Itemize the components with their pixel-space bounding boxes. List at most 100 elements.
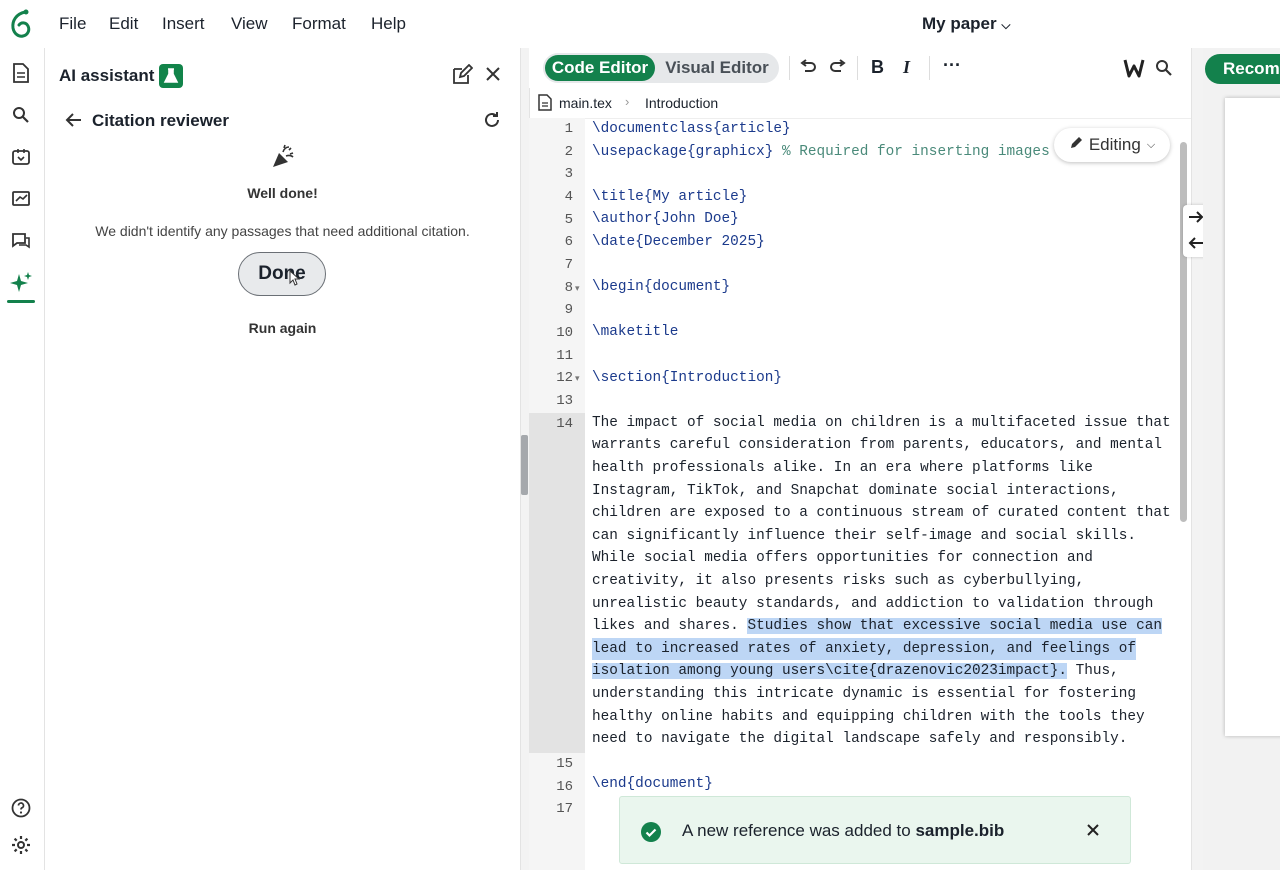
mouse-cursor-icon (289, 269, 301, 291)
code-comment: % Required for inserting images (773, 143, 1050, 160)
code-line[interactable]: \author{John Doe} (592, 208, 739, 231)
italic-icon[interactable]: I (903, 57, 910, 78)
chat-icon[interactable] (8, 228, 34, 254)
success-toast: A new reference was added to sample.bib (619, 796, 1131, 864)
bold-icon[interactable]: B (871, 57, 884, 78)
code-line[interactable]: can significantly influence their self-i… (592, 525, 1136, 548)
recompile-button[interactable]: Recomp (1205, 54, 1280, 84)
beta-flask-icon (159, 64, 183, 88)
toolbar-divider (857, 56, 858, 80)
code-line[interactable]: creativity, it also presents risks such … (592, 570, 1084, 593)
done-button[interactable]: Done (238, 252, 326, 296)
chevron-down-icon: ⌵ (1146, 138, 1156, 151)
refresh-icon[interactable] (483, 111, 501, 134)
code-line[interactable]: warrants careful consideration from pare… (592, 434, 1162, 457)
integrations-icon[interactable] (8, 144, 34, 170)
toast-text: A new reference was added to (682, 821, 916, 840)
editor-toolbar: Code Editor Visual Editor B I ··· (529, 48, 1191, 88)
top-menu-bar: File Edit Insert View Format Help My pap… (0, 0, 1280, 49)
line-number: 3 (564, 166, 573, 182)
line-number: 15 (556, 756, 573, 772)
back-arrow-icon[interactable] (65, 112, 83, 133)
line-number: 16 (556, 779, 573, 795)
new-chat-edit-icon[interactable] (451, 63, 474, 91)
toast-message: A new reference was added to sample.bib (682, 821, 1004, 841)
breadcrumb-file[interactable]: main.tex (559, 95, 612, 111)
line-number: 10 (556, 325, 573, 341)
code-line[interactable]: \title{My article} (592, 186, 747, 209)
fold-arrow-icon[interactable]: ▾ (575, 283, 580, 294)
editing-mode-dropdown[interactable]: Editing ⌵ (1054, 128, 1170, 162)
close-toast-icon[interactable] (1086, 823, 1100, 842)
left-rail (0, 48, 45, 870)
line-number: 5 (564, 212, 573, 228)
line-numbers: 1 2 3 4 5 6 7 8 ▾ 9 10 11 12 ▾ 13 14 15 … (529, 118, 585, 870)
menu-format[interactable]: Format (292, 14, 346, 34)
code-line[interactable]: \begin{document} (592, 276, 730, 299)
code-editor-button[interactable]: Code Editor (545, 55, 655, 81)
visual-editor-button[interactable]: Visual Editor (659, 55, 775, 81)
line-number: 11 (556, 348, 573, 364)
menu-help[interactable]: Help (371, 14, 406, 34)
more-options-icon[interactable]: ··· (943, 55, 961, 76)
code-line[interactable]: \maketitle (592, 321, 678, 344)
code-text: Thus, (1066, 663, 1119, 680)
code-editor[interactable]: \documentclass{article} \usepackage{grap… (592, 118, 1177, 870)
overleaf-logo-icon[interactable] (8, 9, 34, 39)
code-line[interactable]: Instagram, TikTok, and Snapchat dominate… (592, 480, 1119, 503)
settings-gear-icon[interactable] (8, 832, 34, 858)
menu-edit[interactable]: Edit (109, 14, 138, 34)
splitter-collapse-handle[interactable] (521, 435, 528, 495)
fold-arrow-icon[interactable]: ▾ (575, 373, 580, 384)
undo-icon[interactable] (799, 59, 817, 80)
project-title: My paper (922, 14, 997, 33)
line-number: 1 (564, 121, 573, 137)
code-line[interactable]: \usepackage{graphicx} % Required for ins… (592, 141, 1050, 164)
project-title-dropdown[interactable]: My paper ⌵ (922, 14, 1010, 34)
close-panel-icon[interactable] (485, 66, 501, 87)
code-line[interactable]: healthy online habits and equipping chil… (592, 706, 1145, 729)
code-line[interactable]: \section{Introduction} (592, 367, 782, 390)
selected-text: Studies show that excessive social media… (747, 618, 1162, 635)
code-line[interactable]: While social media offers opportunities … (592, 547, 1093, 570)
code-line[interactable]: \date{December 2025} (592, 231, 765, 254)
code-line[interactable]: The impact of social media on children i… (592, 412, 1171, 435)
search-replace-icon[interactable] (1155, 59, 1173, 82)
line-number: 6 (564, 234, 573, 250)
code-line[interactable]: isolation among young users\cite{drazeno… (592, 660, 1119, 683)
ai-sparkle-icon[interactable] (8, 270, 34, 296)
code-line[interactable]: \end{document} (592, 773, 713, 796)
writefull-icon[interactable] (1123, 58, 1145, 83)
chevron-right-icon: › (625, 94, 630, 109)
editing-label: Editing (1088, 135, 1141, 154)
line-number: 17 (556, 801, 573, 817)
menu-file[interactable]: File (59, 14, 86, 34)
ai-panel-title: AI assistant (59, 66, 155, 85)
code-line[interactable]: understanding this intricate dynamic is … (592, 683, 1136, 706)
code-line[interactable]: health professionals alike. In an era wh… (592, 457, 1093, 480)
code-line[interactable]: children are exposed to a continuous str… (592, 502, 1171, 525)
line-number: 14 (556, 416, 573, 432)
review-icon[interactable] (8, 186, 34, 212)
chevron-down-icon: ⌵ (1001, 18, 1011, 32)
editor-scrollbar[interactable] (1180, 142, 1187, 522)
search-icon[interactable] (8, 102, 34, 128)
file-tree-icon[interactable] (8, 60, 34, 86)
menu-view[interactable]: View (231, 14, 268, 34)
help-icon[interactable] (8, 795, 34, 821)
code-line[interactable]: need to navigate the digital landscape s… (592, 728, 1127, 751)
code-line[interactable]: lead to increased rates of anxiety, depr… (592, 637, 1137, 661)
code-line[interactable]: unrealistic beauty standards, and addict… (592, 593, 1153, 616)
run-again-link[interactable]: Run again (45, 320, 520, 336)
redo-icon[interactable] (829, 59, 847, 80)
pdf-page (1225, 98, 1280, 736)
line-number: 2 (564, 144, 573, 160)
party-popper-icon (270, 144, 296, 175)
code-line[interactable]: likes and shares. Studies show that exce… (592, 615, 1162, 638)
no-passages-message: We didn't identify any passages that nee… (95, 223, 470, 239)
menu-insert[interactable]: Insert (162, 14, 205, 34)
code-line[interactable]: \documentclass{article} (592, 118, 791, 141)
breadcrumb-section[interactable]: Introduction (645, 95, 718, 111)
well-done-heading: Well done! (247, 185, 318, 201)
line-number: 9 (564, 302, 573, 318)
